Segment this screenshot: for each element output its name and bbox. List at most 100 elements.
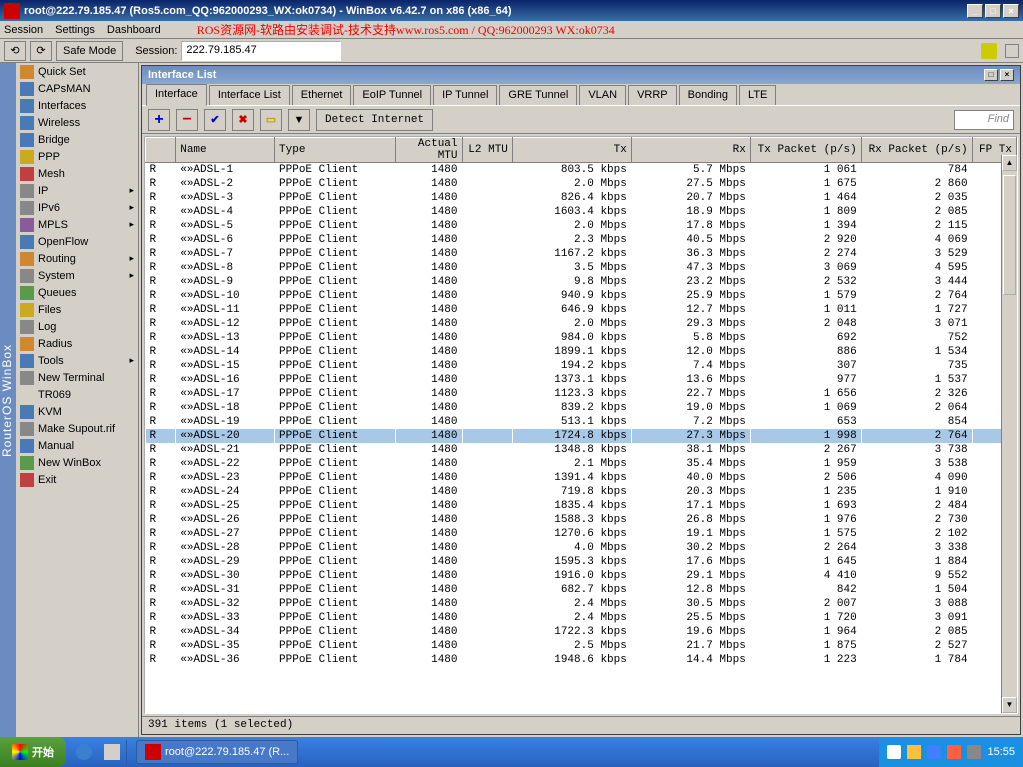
- table-row[interactable]: R«»ADSL-16PPPoE Client14801373.1 kbps13.…: [146, 373, 1017, 387]
- clock[interactable]: 15:55: [987, 746, 1015, 758]
- vertical-scrollbar[interactable]: ▲ ▼: [1001, 155, 1017, 713]
- lock-icon[interactable]: [981, 43, 997, 59]
- table-row[interactable]: R«»ADSL-31PPPoE Client1480682.7 kbps12.8…: [146, 583, 1017, 597]
- tray-icon[interactable]: [907, 745, 921, 759]
- menu-item-tools[interactable]: Tools▸: [16, 352, 138, 369]
- table-row[interactable]: R«»ADSL-17PPPoE Client14801123.3 kbps22.…: [146, 387, 1017, 401]
- tray-icon[interactable]: [947, 745, 961, 759]
- menu-item-capsman[interactable]: CAPsMAN: [16, 80, 138, 97]
- menu-item-new-terminal[interactable]: New Terminal: [16, 369, 138, 386]
- taskbar-item-winbox[interactable]: root@222.79.185.47 (R...: [136, 740, 298, 764]
- menu-item-routing[interactable]: Routing▸: [16, 250, 138, 267]
- menu-item-ipv6[interactable]: IPv6▸: [16, 199, 138, 216]
- table-row[interactable]: R«»ADSL-24PPPoE Client1480719.8 kbps20.3…: [146, 485, 1017, 499]
- column-header[interactable]: Actual MTU: [395, 138, 462, 163]
- enable-button[interactable]: ✔: [204, 109, 226, 131]
- start-button[interactable]: 开始: [0, 737, 66, 767]
- interface-grid[interactable]: NameTypeActual MTUL2 MTUTxRxTx Packet (p…: [144, 136, 1018, 714]
- menu-item-make-supout.rif[interactable]: Make Supout.rif: [16, 420, 138, 437]
- tray-icon[interactable]: [927, 745, 941, 759]
- maximize-button[interactable]: □: [985, 4, 1001, 18]
- close-button[interactable]: ×: [1003, 4, 1019, 18]
- filter-button[interactable]: ▼: [288, 109, 310, 131]
- tab-interface-list[interactable]: Interface List: [209, 85, 290, 105]
- table-row[interactable]: R«»ADSL-30PPPoE Client14801916.0 kbps29.…: [146, 569, 1017, 583]
- table-row[interactable]: R«»ADSL-35PPPoE Client14802.5 Mbps21.7 M…: [146, 639, 1017, 653]
- table-row[interactable]: R«»ADSL-3PPPoE Client1480826.4 kbps20.7 …: [146, 191, 1017, 205]
- table-row[interactable]: R«»ADSL-27PPPoE Client14801270.6 kbps19.…: [146, 527, 1017, 541]
- remove-button[interactable]: −: [176, 109, 198, 131]
- find-input[interactable]: Find: [954, 110, 1014, 130]
- menu-item-manual[interactable]: Manual: [16, 437, 138, 454]
- menu-item-openflow[interactable]: OpenFlow: [16, 233, 138, 250]
- table-row[interactable]: R«»ADSL-8PPPoE Client14803.5 Mbps47.3 Mb…: [146, 261, 1017, 275]
- dashboard-toggle[interactable]: [1005, 44, 1019, 58]
- table-row[interactable]: R«»ADSL-25PPPoE Client14801835.4 kbps17.…: [146, 499, 1017, 513]
- table-row[interactable]: R«»ADSL-7PPPoE Client14801167.2 kbps36.3…: [146, 247, 1017, 261]
- tab-eoip-tunnel[interactable]: EoIP Tunnel: [353, 85, 431, 105]
- scroll-up-button[interactable]: ▲: [1002, 155, 1017, 171]
- tray-icon[interactable]: [887, 745, 901, 759]
- menu-item-radius[interactable]: Radius: [16, 335, 138, 352]
- menu-item-tr069[interactable]: TR069: [16, 386, 138, 403]
- table-row[interactable]: R«»ADSL-34PPPoE Client14801722.3 kbps19.…: [146, 625, 1017, 639]
- table-row[interactable]: R«»ADSL-21PPPoE Client14801348.8 kbps38.…: [146, 443, 1017, 457]
- detect-internet-button[interactable]: Detect Internet: [316, 109, 433, 131]
- minimize-button[interactable]: _: [967, 4, 983, 18]
- disable-button[interactable]: ✖: [232, 109, 254, 131]
- table-row[interactable]: R«»ADSL-20PPPoE Client14801724.8 kbps27.…: [146, 429, 1017, 443]
- menu-session[interactable]: Session: [4, 24, 43, 36]
- menu-item-system[interactable]: System▸: [16, 267, 138, 284]
- tab-lte[interactable]: LTE: [739, 85, 776, 105]
- table-row[interactable]: R«»ADSL-19PPPoE Client1480513.1 kbps7.2 …: [146, 415, 1017, 429]
- table-row[interactable]: R«»ADSL-15PPPoE Client1480194.2 kbps7.4 …: [146, 359, 1017, 373]
- interface-list-titlebar[interactable]: Interface List □ ×: [142, 66, 1020, 84]
- column-header[interactable]: Rx: [631, 138, 750, 163]
- table-row[interactable]: R«»ADSL-1PPPoE Client1480803.5 kbps5.7 M…: [146, 163, 1017, 177]
- menu-item-mpls[interactable]: MPLS▸: [16, 216, 138, 233]
- scroll-thumb[interactable]: [1003, 175, 1016, 295]
- tab-gre-tunnel[interactable]: GRE Tunnel: [499, 85, 577, 105]
- column-header[interactable]: Tx: [512, 138, 631, 163]
- table-row[interactable]: R«»ADSL-26PPPoE Client14801588.3 kbps26.…: [146, 513, 1017, 527]
- menu-item-ip[interactable]: IP▸: [16, 182, 138, 199]
- back-button[interactable]: ⟲: [4, 41, 26, 61]
- menu-item-log[interactable]: Log: [16, 318, 138, 335]
- table-row[interactable]: R«»ADSL-11PPPoE Client1480646.9 kbps12.7…: [146, 303, 1017, 317]
- tab-vrrp[interactable]: VRRP: [628, 85, 677, 105]
- table-row[interactable]: R«»ADSL-32PPPoE Client14802.4 Mbps30.5 M…: [146, 597, 1017, 611]
- system-tray[interactable]: 15:55: [879, 737, 1023, 767]
- menu-dashboard[interactable]: Dashboard: [107, 24, 161, 36]
- column-header[interactable]: L2 MTU: [462, 138, 512, 163]
- table-row[interactable]: R«»ADSL-29PPPoE Client14801595.3 kbps17.…: [146, 555, 1017, 569]
- table-row[interactable]: R«»ADSL-9PPPoE Client14809.8 Mbps23.2 Mb…: [146, 275, 1017, 289]
- table-row[interactable]: R«»ADSL-14PPPoE Client14801899.1 kbps12.…: [146, 345, 1017, 359]
- menu-item-files[interactable]: Files: [16, 301, 138, 318]
- menu-item-ppp[interactable]: PPP: [16, 148, 138, 165]
- tab-interface[interactable]: Interface: [146, 84, 207, 106]
- table-row[interactable]: R«»ADSL-5PPPoE Client14802.0 Mbps17.8 Mb…: [146, 219, 1017, 233]
- table-row[interactable]: R«»ADSL-36PPPoE Client14801948.6 kbps14.…: [146, 653, 1017, 667]
- table-row[interactable]: R«»ADSL-6PPPoE Client14802.3 Mbps40.5 Mb…: [146, 233, 1017, 247]
- iface-minimize-button[interactable]: □: [984, 69, 998, 81]
- column-header[interactable]: Name: [176, 138, 275, 163]
- menu-item-mesh[interactable]: Mesh: [16, 165, 138, 182]
- tab-ethernet[interactable]: Ethernet: [292, 85, 352, 105]
- table-row[interactable]: R«»ADSL-28PPPoE Client14804.0 Mbps30.2 M…: [146, 541, 1017, 555]
- table-row[interactable]: R«»ADSL-18PPPoE Client1480839.2 kbps19.0…: [146, 401, 1017, 415]
- table-row[interactable]: R«»ADSL-4PPPoE Client14801603.4 kbps18.9…: [146, 205, 1017, 219]
- menu-item-exit[interactable]: Exit: [16, 471, 138, 488]
- add-button[interactable]: +: [148, 109, 170, 131]
- menu-item-kvm[interactable]: KVM: [16, 403, 138, 420]
- menu-item-interfaces[interactable]: Interfaces: [16, 97, 138, 114]
- tab-ip-tunnel[interactable]: IP Tunnel: [433, 85, 497, 105]
- scroll-down-button[interactable]: ▼: [1002, 697, 1017, 713]
- menu-item-quick-set[interactable]: Quick Set: [16, 63, 138, 80]
- table-row[interactable]: R«»ADSL-23PPPoE Client14801391.4 kbps40.…: [146, 471, 1017, 485]
- forward-button[interactable]: ⟳: [30, 41, 52, 61]
- tray-icon[interactable]: [967, 745, 981, 759]
- tab-vlan[interactable]: VLAN: [579, 85, 626, 105]
- table-row[interactable]: R«»ADSL-2PPPoE Client14802.0 Mbps27.5 Mb…: [146, 177, 1017, 191]
- comment-button[interactable]: ▭: [260, 109, 282, 131]
- column-header[interactable]: Rx Packet (p/s): [861, 138, 972, 163]
